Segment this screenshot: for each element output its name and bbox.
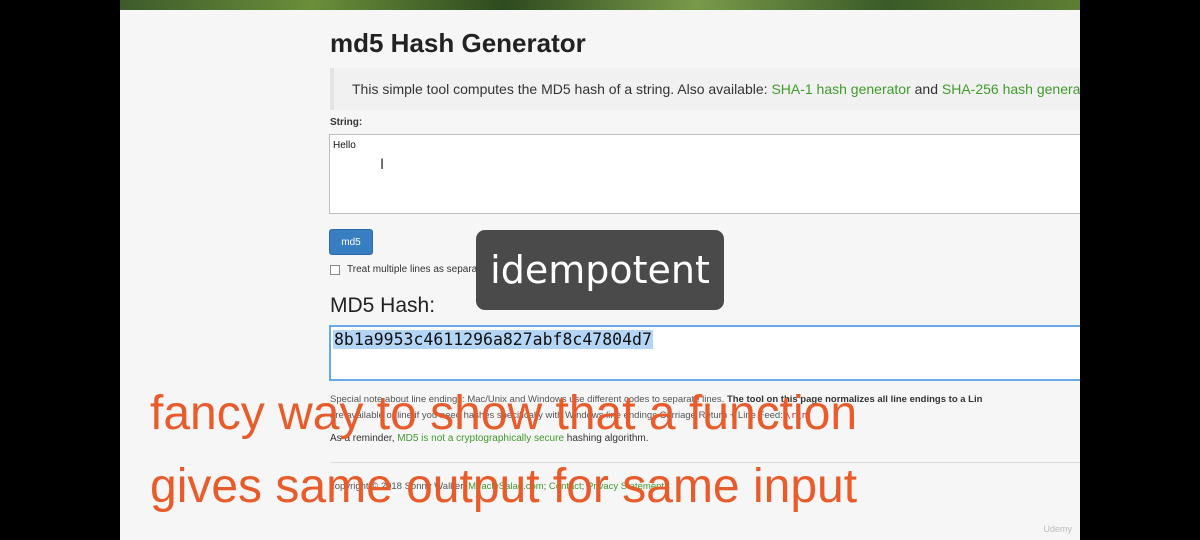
intro-text: This simple tool computes the MD5 hash o…	[352, 81, 1080, 97]
page-title: md5 Hash Generator	[330, 28, 586, 58]
caption-line-2: gives same output for same input	[150, 460, 858, 513]
text-cursor-icon: I	[380, 157, 385, 173]
hash-value: 8b1a9953c4611296a827abf8c47804d7	[333, 330, 653, 349]
hash-heading: MD5 Hash:	[330, 294, 436, 317]
intro-and: and	[914, 81, 938, 97]
caption-line-1: fancy way to show that a function	[150, 387, 858, 440]
sha256-link[interactable]: SHA-256 hash generator	[942, 81, 1080, 97]
intro-sentence: This simple tool computes the MD5 hash o…	[352, 81, 768, 97]
md5-button[interactable]: md5	[329, 229, 373, 255]
multiline-label: Treat multiple lines as separa	[347, 264, 478, 275]
intro-blockquote: This simple tool computes the MD5 hash o…	[330, 68, 1080, 110]
string-input[interactable]: Hello I	[329, 134, 1080, 214]
background-image-strip	[120, 0, 1080, 10]
term-overlay-label: idempotent	[476, 230, 724, 310]
string-label: String:	[330, 117, 363, 128]
udemy-watermark: Udemy	[1043, 524, 1072, 534]
hash-output[interactable]: 8b1a9953c4611296a827abf8c47804d7	[329, 325, 1080, 381]
multiline-option[interactable]: Treat multiple lines as separa	[330, 264, 477, 275]
string-input-value: Hello	[333, 140, 356, 151]
sha1-link[interactable]: SHA-1 hash generator	[771, 81, 910, 97]
multiline-checkbox[interactable]	[330, 264, 340, 275]
